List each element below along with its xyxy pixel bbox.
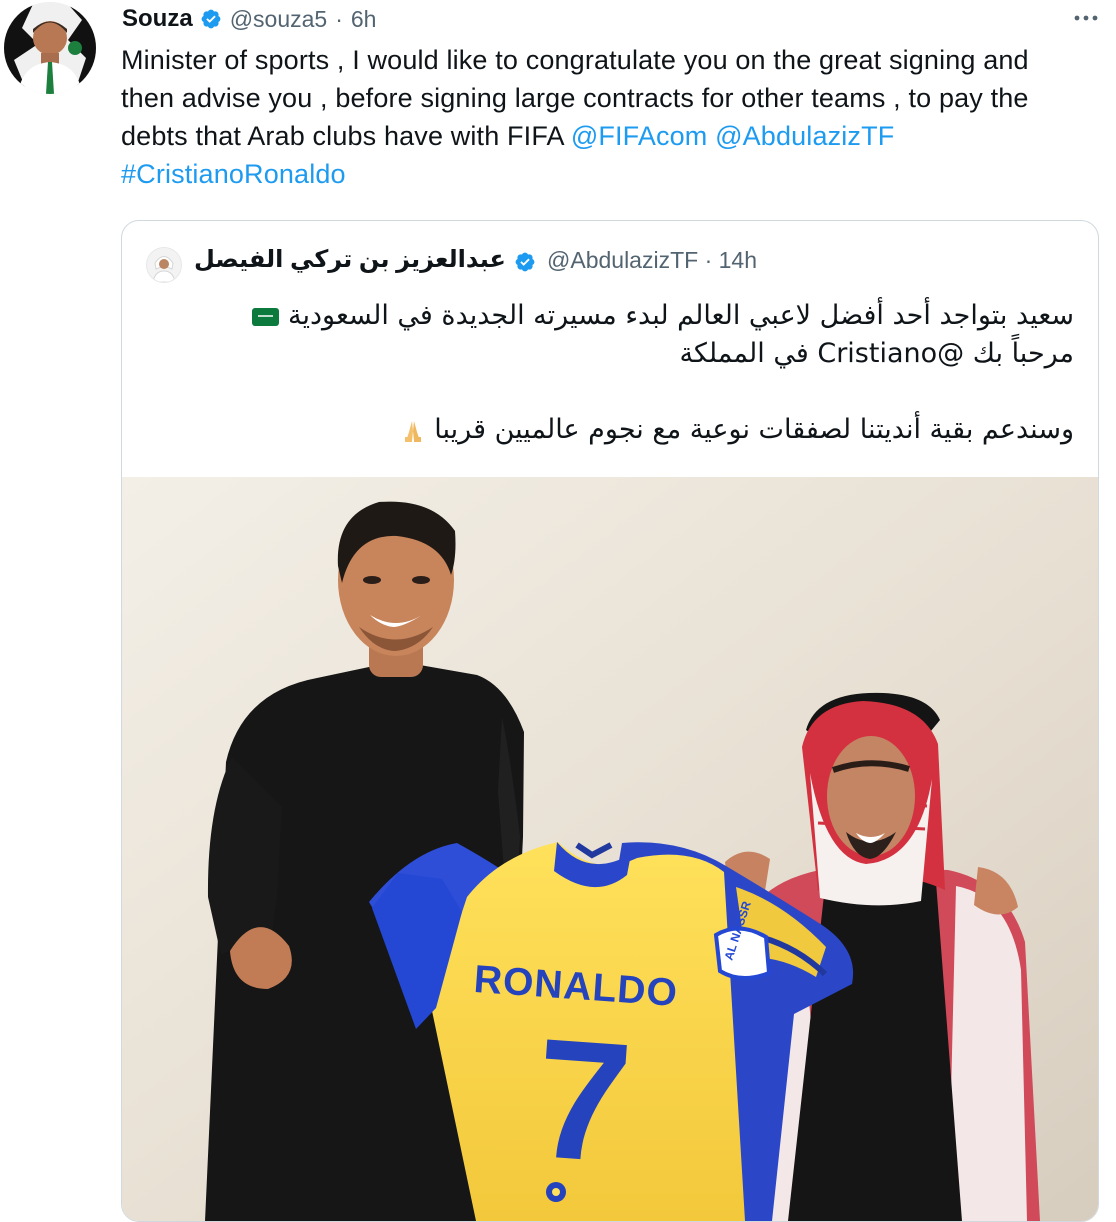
quoted-tweet[interactable]: عبدالعزيز بن تركي الفيصل @AbdulazizTF · … xyxy=(121,220,1099,1222)
quoted-text-line: وسندعم بقية أنديتنا لصفقات نوعية مع نجوم… xyxy=(174,411,1074,449)
mention-fifacom[interactable]: @FIFAcom xyxy=(571,121,708,151)
meta-separator: · xyxy=(335,5,343,32)
quoted-text-line: مرحباً بك @Cristiano في المملكة xyxy=(679,338,1074,369)
saudi-flag-icon xyxy=(252,307,280,326)
mention-abdulaziztf[interactable]: @AbdulazizTF xyxy=(715,121,894,151)
author-display-name[interactable]: Souza xyxy=(122,5,193,33)
quoted-handle[interactable]: @AbdulazizTF xyxy=(547,247,698,273)
quoted-text-spacer xyxy=(174,373,1074,411)
tweet-card[interactable]: Souza @souza5 · 6h Minister of sports , … xyxy=(0,0,1116,1222)
tweet-text-line: debts that Arab clubs have with FIFA @FI… xyxy=(121,117,1101,155)
ronaldo-jersey-photo: AL NASSR RONALDO 7 xyxy=(122,477,1098,1221)
quoted-timestamp[interactable]: 14h xyxy=(719,247,757,273)
tweet-text-line: then advise you , before signing large c… xyxy=(121,83,1029,113)
author-avatar-image xyxy=(4,2,96,94)
quoted-text-fragment: وسندعم بقية أنديتنا لصفقات نوعية مع نجوم… xyxy=(434,414,1074,445)
quoted-text-line: سعيد بتواجد أحد أفضل لاعبي العالم لبدء م… xyxy=(174,297,1074,335)
quoted-author-avatar[interactable] xyxy=(146,247,182,283)
quoted-text: سعيد بتواجد أحد أفضل لاعبي العالم لبدء م… xyxy=(174,297,1074,449)
quoted-display-name[interactable]: عبدالعزيز بن تركي الفيصل xyxy=(194,245,506,274)
tweet-timestamp[interactable]: 6h xyxy=(351,6,377,33)
quoted-photo[interactable]: AL NASSR RONALDO 7 xyxy=(122,477,1098,1221)
folded-hands-icon xyxy=(405,420,422,442)
more-icon[interactable] xyxy=(1071,9,1101,27)
quoted-text-fragment: سعيد بتواجد أحد أفضل لاعبي العالم لبدء م… xyxy=(288,300,1074,331)
verified-icon xyxy=(201,9,221,29)
tweet-text-fragment: debts that Arab clubs have with FIFA xyxy=(121,121,571,151)
hashtag-cristianoronaldo[interactable]: #CristianoRonaldo xyxy=(121,155,1101,193)
quoted-avatar-image xyxy=(147,248,181,282)
quoted-separator: · xyxy=(704,247,713,273)
author-handle[interactable]: @souza5 xyxy=(230,6,328,33)
quoted-verified-icon xyxy=(515,252,535,272)
tweet-text: Minister of sports , I would like to con… xyxy=(121,41,1101,193)
tweet-header: Souza @souza5 · 6h xyxy=(122,2,376,36)
author-avatar[interactable] xyxy=(4,2,96,94)
quoted-meta: @AbdulazizTF · 14h xyxy=(547,247,757,274)
tweet-text-line: Minister of sports , I would like to con… xyxy=(121,45,1029,75)
jersey-number: 7 xyxy=(529,1003,637,1199)
